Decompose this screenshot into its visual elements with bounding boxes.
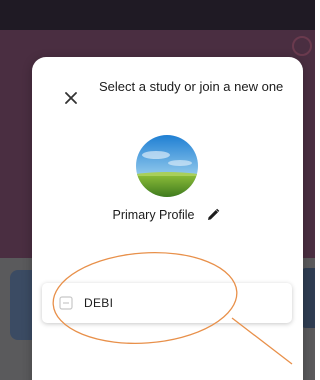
- edit-profile-button[interactable]: [204, 206, 222, 224]
- status-bar: [0, 0, 315, 30]
- profile-row: Primary Profile: [32, 203, 303, 227]
- background-settings-icon: [292, 36, 312, 56]
- close-icon: [65, 92, 77, 104]
- app-screen: Select a study or join a new one Primary…: [0, 0, 315, 380]
- pencil-icon: [208, 208, 220, 220]
- study-label: DEBI: [84, 296, 114, 310]
- study-icon: [58, 295, 74, 311]
- close-button[interactable]: [60, 87, 82, 109]
- profile-avatar: [136, 135, 198, 197]
- study-list-item[interactable]: DEBI: [42, 283, 292, 323]
- study-selection-sheet: Select a study or join a new one Primary…: [32, 57, 303, 380]
- dialog-title: Select a study or join a new one: [99, 79, 284, 94]
- landscape-avatar-icon: [136, 135, 198, 197]
- profile-name: Primary Profile: [112, 208, 195, 222]
